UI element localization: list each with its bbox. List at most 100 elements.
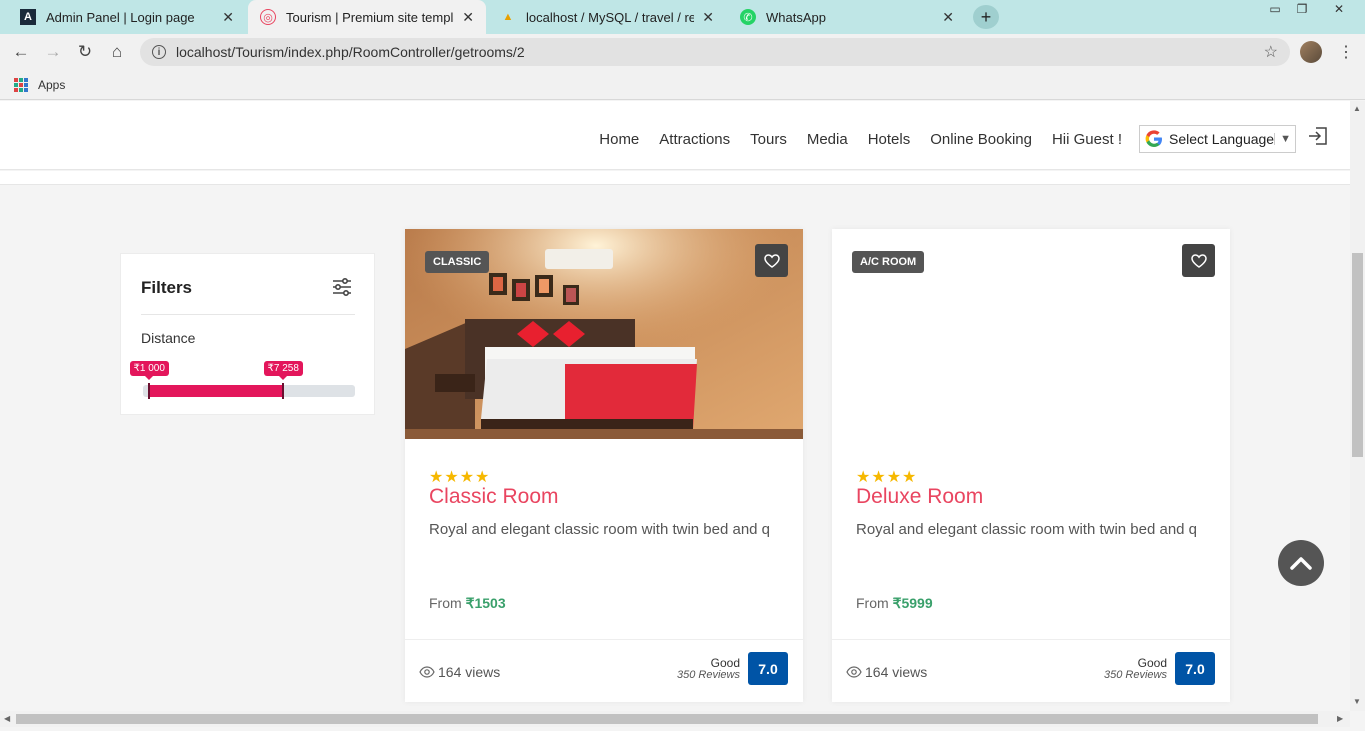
bookmarks-bar: Apps <box>0 70 1365 100</box>
page-viewport: Home Attractions Tours Media Hotels Onli… <box>0 101 1350 711</box>
card-footer: 164 views Good 350 Reviews 7.0 <box>405 639 803 702</box>
wishlist-button[interactable] <box>755 244 788 277</box>
nav-hotels[interactable]: Hotels <box>868 131 911 148</box>
vertical-scroll-thumb[interactable] <box>1352 253 1363 457</box>
range-handle-min[interactable] <box>148 383 150 399</box>
language-select-label: Select Language <box>1169 131 1275 147</box>
scroll-left-arrow-icon[interactable]: ◀ <box>4 714 10 723</box>
filters-divider <box>141 314 355 315</box>
filters-title: Filters <box>141 278 193 297</box>
range-min-tooltip: ₹1 000 <box>129 361 169 380</box>
score-badge: 7.0 <box>1175 652 1215 685</box>
price-prefix: From <box>429 595 462 611</box>
scroll-to-top-button[interactable] <box>1278 540 1324 586</box>
phpmyadmin-icon: ▲ <box>502 11 514 23</box>
close-icon[interactable]: ✕ <box>942 9 954 26</box>
nav-attractions[interactable]: Attractions <box>659 131 730 148</box>
wishlist-button[interactable] <box>1182 244 1215 277</box>
close-icon[interactable]: ✕ <box>222 9 234 26</box>
distance-range-slider[interactable]: ₹1 000 ₹7 258 <box>129 361 355 399</box>
new-tab-button[interactable]: + <box>973 5 999 29</box>
nav-media[interactable]: Media <box>807 131 848 148</box>
rating-word: Good <box>1137 656 1167 670</box>
menu-kebab-icon[interactable]: ⋮ <box>1338 42 1354 62</box>
nav-tours[interactable]: Tours <box>750 131 787 148</box>
tab-phpmyadmin[interactable]: ▲ localhost / MySQL / travel / resta ✕ <box>488 0 726 34</box>
tab-whatsapp[interactable]: ✆ WhatsApp ✕ <box>728 0 966 34</box>
room-title[interactable]: Classic Room <box>429 485 559 509</box>
back-icon[interactable]: ← <box>10 41 32 63</box>
forward-icon[interactable]: → <box>42 41 64 63</box>
range-fill <box>149 385 283 397</box>
tab-title: WhatsApp <box>766 9 826 25</box>
apps-bookmark[interactable]: Apps <box>38 78 65 92</box>
views-text: 164 views <box>438 664 501 680</box>
room-tag: CLASSIC <box>425 251 490 273</box>
heart-icon <box>763 253 780 268</box>
nav-home[interactable]: Home <box>599 131 639 148</box>
language-select[interactable]: Select Language ▼ <box>1139 125 1296 153</box>
login-icon[interactable] <box>1307 125 1329 147</box>
score-badge: 7.0 <box>748 652 788 685</box>
eye-icon <box>419 666 435 678</box>
rating-text: Good 350 Reviews <box>1104 657 1167 681</box>
info-icon[interactable]: i <box>152 45 166 59</box>
tab-title: Admin Panel | Login page <box>46 9 195 25</box>
chevron-up-icon <box>1290 557 1312 570</box>
views-text: 164 views <box>865 664 928 680</box>
close-icon[interactable]: ✕ <box>462 9 474 26</box>
main-nav: Home Attractions Tours Media Hotels Onli… <box>599 131 1122 148</box>
address-bar[interactable]: i localhost/Tourism/index.php/RoomContro… <box>140 38 1290 66</box>
heart-icon <box>1190 253 1207 268</box>
scroll-down-arrow-icon[interactable]: ▼ <box>1353 697 1361 706</box>
scroll-up-arrow-icon[interactable]: ▲ <box>1353 104 1361 113</box>
profile-avatar[interactable] <box>1300 41 1322 63</box>
room-price: From ₹5999 <box>856 595 933 612</box>
tab-tourism[interactable]: ◎ Tourism | Premium site template ✕ <box>248 0 486 34</box>
horizontal-scroll-thumb[interactable] <box>16 714 1318 724</box>
nav-guest-greeting[interactable]: Hii Guest ! <box>1052 131 1122 148</box>
room-photo[interactable]: A/C ROOM <box>832 229 1230 439</box>
nav-online-booking[interactable]: Online Booking <box>930 131 1032 148</box>
vertical-scrollbar[interactable]: ▲ ▼ <box>1350 101 1365 711</box>
tab-admin-panel[interactable]: A Admin Panel | Login page ✕ <box>8 0 246 34</box>
window-close-icon[interactable]: ✕ <box>1326 0 1352 18</box>
views-count: 164 views <box>419 664 500 680</box>
reviews-count: 350 Reviews <box>1104 669 1167 681</box>
url-text: localhost/Tourism/index.php/RoomControll… <box>176 44 525 60</box>
range-handle-max[interactable] <box>282 383 284 399</box>
price-amount: ₹5999 <box>892 595 933 611</box>
sliders-icon[interactable] <box>331 276 353 298</box>
reload-icon[interactable]: ↻ <box>74 41 96 63</box>
card-footer: 164 views Good 350 Reviews 7.0 <box>832 639 1230 702</box>
room-card[interactable]: CLASSIC ★★★★ Classic Room Royal and eleg… <box>405 229 803 702</box>
range-max-tooltip: ₹7 258 <box>263 361 303 380</box>
horizontal-scrollbar[interactable]: ◀ ▶ <box>0 711 1350 727</box>
minimize-icon[interactable]: ▭ <box>1262 0 1288 18</box>
room-title[interactable]: Deluxe Room <box>856 485 983 509</box>
bookmark-star-icon[interactable]: ☆ <box>1264 42 1278 62</box>
reviews-count: 350 Reviews <box>677 669 740 681</box>
apps-grid-icon[interactable] <box>14 77 28 92</box>
browser-toolbar: ← → ↻ ⌂ i localhost/Tourism/index.php/Ro… <box>0 34 1365 70</box>
eye-icon <box>846 666 862 678</box>
restore-icon[interactable]: ❐ <box>1289 0 1315 18</box>
scroll-right-arrow-icon[interactable]: ▶ <box>1337 714 1343 723</box>
tourism-logo-icon: ◎ <box>260 9 276 25</box>
views-count: 164 views <box>846 664 927 680</box>
room-card[interactable]: A/C ROOM ★★★★ Deluxe Room Royal and eleg… <box>832 229 1230 702</box>
close-icon[interactable]: ✕ <box>702 9 714 26</box>
admin-logo-icon: A <box>20 9 36 25</box>
whatsapp-icon: ✆ <box>740 9 756 25</box>
star-rating: ★★★★ <box>429 469 491 486</box>
filters-panel: Filters Distance ₹1 000 ₹7 258 <box>120 253 375 415</box>
room-photo[interactable]: CLASSIC <box>405 229 803 439</box>
browser-tab-bar: A Admin Panel | Login page ✕ ◎ Tourism |… <box>0 0 1365 34</box>
rating-text: Good 350 Reviews <box>677 657 740 681</box>
home-icon[interactable]: ⌂ <box>106 41 128 63</box>
price-prefix: From <box>856 595 889 611</box>
price-amount: ₹1503 <box>465 595 506 611</box>
header-divider <box>0 171 1350 185</box>
google-logo-icon <box>1145 130 1162 147</box>
room-price: From ₹1503 <box>429 595 506 612</box>
